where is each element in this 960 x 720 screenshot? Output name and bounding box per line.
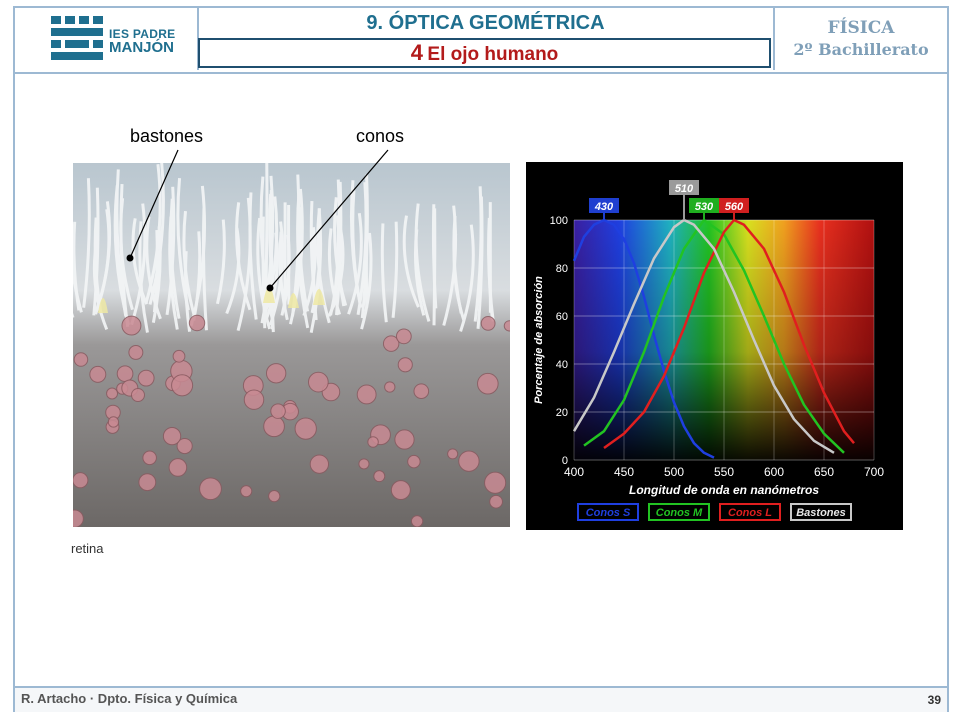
y-tick-label: 20 (556, 407, 568, 419)
peak-label: 560 (725, 201, 744, 213)
x-tick-label: 500 (664, 465, 684, 479)
x-tick-label: 650 (814, 465, 834, 479)
peak-label: 530 (695, 201, 714, 213)
photo-caption: retina (71, 541, 104, 556)
y-axis-label: Porcentaje de absorción (533, 276, 545, 404)
x-tick-label: 700 (864, 465, 884, 479)
x-tick-label: 600 (764, 465, 784, 479)
footer-author: R. Artacho · Dpto. Física y Química (21, 691, 238, 706)
page-number: 39 (927, 693, 941, 707)
rods-pointer-dot (126, 254, 134, 262)
legend-label: Conos L (728, 507, 772, 519)
peak-label: 510 (675, 183, 694, 195)
x-tick-label: 550 (714, 465, 734, 479)
y-tick-label: 80 (556, 263, 568, 275)
absorption-chart: 430 510 530 560 0 20 40 60 80 100 400 450 500 550 600… (526, 162, 903, 530)
x-tick-label: 450 (614, 465, 634, 479)
cones-pointer-dot (266, 284, 274, 292)
x-axis-label: Longitud de onda en nanómetros (629, 483, 819, 497)
legend-label: Bastones (796, 507, 846, 519)
y-tick-label: 60 (556, 311, 568, 323)
y-tick-label: 100 (550, 215, 568, 227)
slide-footer: R. Artacho · Dpto. Física y Química 39 (15, 686, 947, 712)
peak-label: 430 (594, 201, 614, 213)
legend-label: Conos M (656, 507, 703, 519)
x-tick-label: 400 (564, 465, 584, 479)
y-tick-label: 40 (556, 359, 568, 371)
legend-label: Conos S (586, 507, 631, 519)
